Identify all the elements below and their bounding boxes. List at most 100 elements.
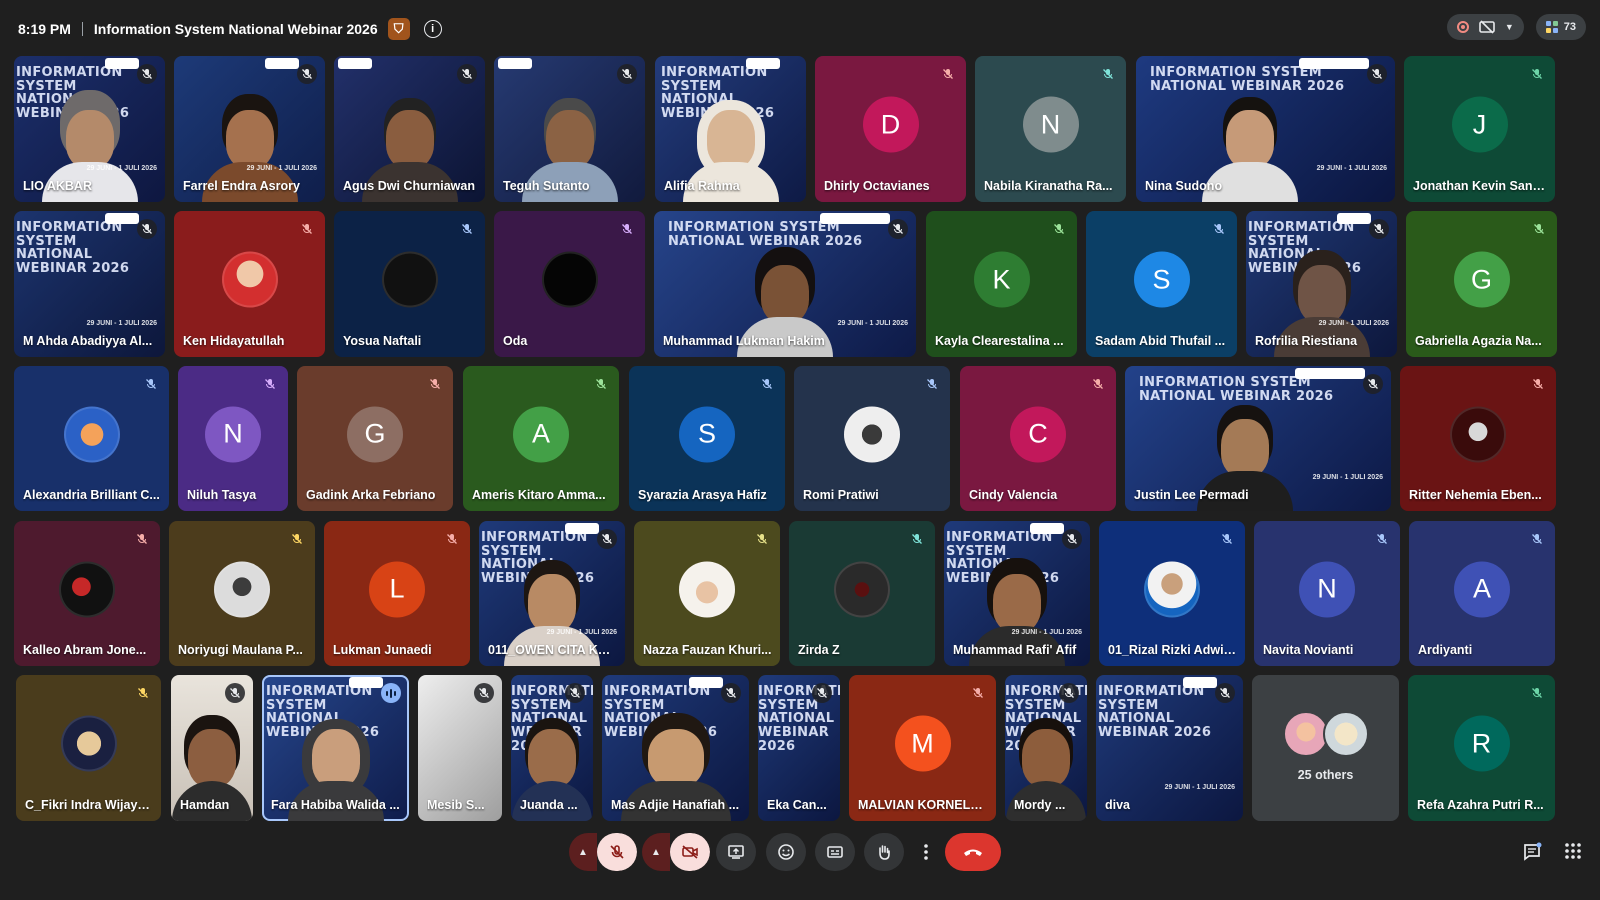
participant-tile[interactable]: 29 JUNI - 1 JULI 2026 Farrel Endra Asror… xyxy=(174,56,325,202)
participant-tile[interactable]: M MALVIAN KORNELL... xyxy=(849,675,996,821)
microphone-button[interactable] xyxy=(597,833,637,871)
recording-pill[interactable]: ▼ xyxy=(1446,14,1524,40)
participant-tile[interactable]: INFORMATION SYSTEMNATIONAL WEBINAR 2026 … xyxy=(1096,675,1243,821)
participant-tile[interactable]: R Refa Azahra Putri R... xyxy=(1408,675,1555,821)
participant-tile[interactable]: INFORMATION SYSTEMNATIONAL WEBINAR 2026 … xyxy=(1136,56,1395,202)
participant-photo xyxy=(214,561,270,618)
participant-tile[interactable]: Romi Pratiwi xyxy=(794,366,950,511)
reactions-button[interactable] xyxy=(766,833,806,871)
participant-tile[interactable]: INFORMATION SYSTEMNATIONAL WEBINAR 2026 … xyxy=(14,211,165,357)
participant-name: Nabila Kiranatha Ra... xyxy=(984,179,1113,193)
participant-tile[interactable]: INFORMATION SYSTEMNATIONAL WEBINAR 2026 … xyxy=(1005,675,1087,821)
participant-tile[interactable]: Hamdan xyxy=(171,675,253,821)
people-icon xyxy=(1545,21,1558,33)
chat-icon[interactable] xyxy=(1522,842,1542,862)
participant-tile[interactable]: C Cindy Valencia xyxy=(960,366,1116,511)
participant-tile[interactable]: Teguh Sutanto xyxy=(494,56,645,202)
participant-tile[interactable]: A Ardiyanti xyxy=(1409,521,1555,666)
participant-name: Hamdan xyxy=(180,798,230,812)
participant-tile[interactable]: G Gabriella Agazia Na... xyxy=(1406,211,1557,357)
participant-name: Mesib S... xyxy=(427,798,485,812)
participant-name: Syarazia Arasya Hafiz xyxy=(638,488,767,502)
participant-avatar: S xyxy=(1133,251,1190,308)
chevron-up-icon[interactable]: ▲ xyxy=(642,833,670,871)
mic-off-icon xyxy=(1363,374,1383,394)
chevron-up-icon[interactable]: ▲ xyxy=(569,833,597,871)
participant-tile[interactable]: Oda xyxy=(494,211,645,357)
participant-tile[interactable]: INFORMATION SYSTEMNATIONAL WEBINAR 2026 … xyxy=(262,675,409,821)
participant-tile[interactable]: INFORMATION SYSTEMNATIONAL WEBINAR 2026 … xyxy=(758,675,840,821)
participant-tile[interactable]: A Ameris Kitaro Amma... xyxy=(463,366,619,511)
more-options-button[interactable] xyxy=(912,833,940,871)
participant-tile[interactable]: 01_Rizal Rizki Adwit... xyxy=(1099,521,1245,666)
participant-tile[interactable]: INFORMATION SYSTEMNATIONAL WEBINAR 2026 … xyxy=(654,211,916,357)
participant-tile[interactable]: Kalleo Abram Jone... xyxy=(14,521,160,666)
participant-tile[interactable]: C_Fikri Indra Wijaya... xyxy=(16,675,161,821)
participant-tile[interactable]: S Sadam Abid Thufail ... xyxy=(1086,211,1237,357)
participant-avatar: G xyxy=(347,406,403,463)
participant-tile[interactable]: D Dhirly Octavianes xyxy=(815,56,966,202)
participant-tile[interactable]: K Kayla Clearestalina ... xyxy=(926,211,1077,357)
participant-tile[interactable]: INFORMATION SYSTEMNATIONAL WEBINAR 2026 … xyxy=(1246,211,1397,357)
participant-tile[interactable]: J Jonathan Kevin Sant... xyxy=(1404,56,1555,202)
participant-tile[interactable]: L Lukman Junaedi xyxy=(324,521,470,666)
participant-tile[interactable]: Alexandria Brilliant C... xyxy=(14,366,169,511)
participant-tile[interactable]: INFORMATION SYSTEMNATIONAL WEBINAR 2026 … xyxy=(479,521,625,666)
participant-tile[interactable]: Mesib S... xyxy=(418,675,502,821)
participant-avatar: G xyxy=(1453,251,1510,308)
leave-call-button[interactable] xyxy=(945,833,1001,871)
sponsor-logo xyxy=(1295,368,1365,379)
sponsor-logo xyxy=(265,58,299,69)
mic-off-icon xyxy=(617,219,637,239)
participant-tile[interactable]: Ken Hidayatullah xyxy=(174,211,325,357)
participant-tile[interactable]: N Niluh Tasya xyxy=(178,366,288,511)
participant-tile[interactable]: N Nabila Kiranatha Ra... xyxy=(975,56,1126,202)
webinar-date: 29 JUNI - 1 JULI 2026 xyxy=(1316,165,1387,172)
participant-tile[interactable]: Zirda Z xyxy=(789,521,935,666)
participant-tile[interactable]: INFORMATION SYSTEMNATIONAL WEBINAR 2026 … xyxy=(511,675,593,821)
participant-tile[interactable]: Yosua Naftali xyxy=(334,211,485,357)
participant-tile[interactable]: G Gadink Arka Febriano xyxy=(297,366,453,511)
participant-tile[interactable]: S Syarazia Arasya Hafiz xyxy=(629,366,785,511)
participant-tile[interactable]: INFORMATION SYSTEMNATIONAL WEBINAR 2026 … xyxy=(602,675,749,821)
participant-tile[interactable]: N Navita Novianti xyxy=(1254,521,1400,666)
host-badge-icon[interactable]: ⛉ xyxy=(387,18,410,40)
participant-tile[interactable]: Agus Dwi Churniawan xyxy=(334,56,485,202)
webinar-banner: INFORMATION SYSTEMNATIONAL WEBINAR 2026 xyxy=(758,684,840,754)
raise-hand-button[interactable] xyxy=(864,833,904,871)
others-tile[interactable]: 25 others xyxy=(1252,675,1399,821)
participant-name: 011_OWEN CITA KA... xyxy=(488,643,617,657)
participant-tile[interactable]: Noriyugi Maulana P... xyxy=(169,521,315,666)
sponsor-logo xyxy=(338,58,372,69)
participant-avatar: N xyxy=(205,406,261,463)
mic-off-icon xyxy=(225,683,245,703)
sponsor-logo xyxy=(1030,523,1064,534)
participant-tile[interactable]: Nazza Fauzan Khuri... xyxy=(634,521,780,666)
mic-off-icon xyxy=(457,64,477,84)
participant-avatar: N xyxy=(1299,561,1355,618)
participant-name: Cindy Valencia xyxy=(969,488,1058,502)
participant-tile[interactable]: INFORMATION SYSTEMNATIONAL WEBINAR 2026 … xyxy=(1125,366,1391,511)
participant-name: Justin Lee Permadi xyxy=(1134,488,1249,502)
side-panel-buttons xyxy=(1522,842,1582,862)
mic-off-icon xyxy=(1059,683,1079,703)
camera-button[interactable] xyxy=(670,833,710,871)
participant-name: Ameris Kitaro Amma... xyxy=(472,488,606,502)
participant-name: C_Fikri Indra Wijaya... xyxy=(25,798,153,812)
participant-tile[interactable]: INFORMATION SYSTEMNATIONAL WEBINAR 2026 … xyxy=(14,56,165,202)
mic-off-icon xyxy=(287,529,307,549)
webinar-banner: INFORMATION SYSTEMNATIONAL WEBINAR 2026 xyxy=(1139,375,1334,404)
participant-tile[interactable]: INFORMATION SYSTEMNATIONAL WEBINAR 2026 … xyxy=(944,521,1090,666)
mic-off-icon xyxy=(1369,219,1389,239)
info-icon[interactable]: i xyxy=(423,20,442,38)
present-button[interactable] xyxy=(716,833,756,871)
captions-button[interactable] xyxy=(815,833,855,871)
participant-tile[interactable]: Ritter Nehemia Eben... xyxy=(1400,366,1556,511)
people-button[interactable]: 73 xyxy=(1535,14,1586,40)
participant-tile[interactable]: INFORMATION SYSTEMNATIONAL WEBINAR 2026 … xyxy=(655,56,806,202)
mic-off-icon xyxy=(1367,64,1387,84)
mic-off-icon xyxy=(1062,529,1082,549)
activities-grid-icon[interactable] xyxy=(1564,842,1582,860)
participant-name: Romi Pratiwi xyxy=(803,488,879,502)
present-off-icon xyxy=(1479,20,1495,34)
